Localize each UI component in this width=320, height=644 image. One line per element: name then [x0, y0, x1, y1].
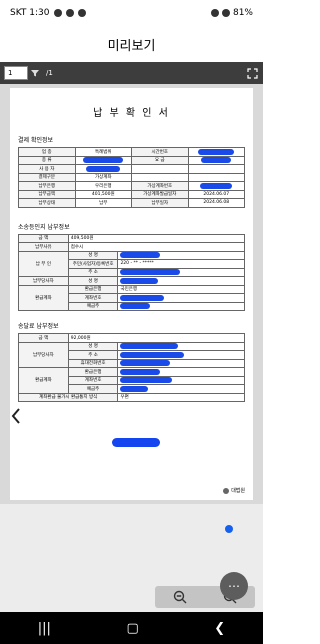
- table-row: 납부금액 401,500원 가상계좌발급일자 2024.06.07: [18, 189, 245, 199]
- wifi-icon: [210, 9, 219, 17]
- message-icon: [53, 9, 62, 17]
- court-logo-icon: [223, 487, 230, 494]
- redacted-value: [117, 350, 245, 360]
- fullscreen-icon[interactable]: [245, 66, 259, 80]
- page-header: 미리보기: [0, 26, 263, 62]
- previous-page-arrow[interactable]: [8, 406, 24, 426]
- redacted-value: [117, 250, 245, 260]
- table-row: 납부상태 납부 납부일자 2024.06.08: [18, 198, 245, 208]
- zoom-out-button[interactable]: [155, 586, 205, 608]
- redacted-value: [117, 293, 245, 303]
- page-number-input[interactable]: 1: [4, 66, 28, 80]
- table-row: 납 부 인 성 명: [18, 250, 245, 277]
- table-row: 금 액 92,000원: [18, 333, 246, 343]
- system-nav-bar: ||| ▢ ❮: [0, 612, 263, 644]
- table-row: 업 종 특례범위 시간번호: [18, 147, 245, 157]
- redacted-value: [187, 181, 245, 191]
- redacted-value: [117, 358, 245, 368]
- redacted-value: [117, 276, 245, 286]
- filter-icon[interactable]: [30, 68, 40, 78]
- redaction-mark: [112, 438, 160, 447]
- table-row: 금 액 409,500원: [18, 233, 246, 243]
- redacted-value: [74, 164, 132, 174]
- document-title: 납 부 확 인 서: [93, 108, 170, 119]
- deposit-section-title: 송달료 납부정보: [18, 323, 59, 330]
- table-row: 종 류 요 금: [18, 155, 245, 165]
- table-row: 납부사유 접수시: [18, 242, 246, 252]
- redacted-value: [187, 155, 245, 165]
- recent-apps-icon[interactable]: |||: [38, 621, 51, 636]
- page-indicator-dot: [225, 525, 233, 533]
- redacted-value: [117, 375, 245, 385]
- table-row: 사 용 자: [18, 164, 245, 174]
- refund-table: 금 액 409,500원 납부사유 접수시 납 부 인 성 명 주민(사업자)등…: [18, 233, 246, 312]
- redacted-value: [117, 341, 245, 351]
- redacted-value: [74, 155, 132, 165]
- signal-icon: [221, 9, 230, 17]
- table-row: 결제구분 가상계좌: [18, 172, 245, 182]
- payment-section-title: 결제 확인정보: [18, 137, 54, 144]
- table-row: 납부당사자 성 명: [18, 341, 245, 368]
- table-row: 환급계좌 환급은행 국민은행: [18, 284, 245, 311]
- table-row: 납부은행 우리은행 가상계좌번호: [18, 181, 245, 191]
- table-row: 계좌환급 불가시 환급통지 방식 우편: [17, 392, 245, 402]
- deposit-table: 금 액 92,000원 납부당사자 성 명 주 소 휴대전화번호 환급계좌 환급…: [17, 333, 246, 402]
- table-row: 납부당사자 성 명: [18, 276, 245, 286]
- more-dots-icon: ⋯: [228, 579, 240, 593]
- redacted-value: [187, 147, 245, 157]
- notification-icon: [65, 9, 74, 17]
- redacted-value: [117, 384, 245, 394]
- redacted-value: [117, 301, 245, 311]
- page-title: 미리보기: [107, 38, 156, 54]
- refund-section-title: 소송등인지 납부정보: [18, 223, 70, 231]
- more-options-button[interactable]: ⋯: [220, 572, 248, 600]
- status-bar: SKT 1:30 81%: [0, 0, 263, 26]
- heart-icon: [77, 9, 86, 17]
- document-viewer[interactable]: 납 부 확 인 서 결제 확인정보 업 종 특례범위 시간번호 종 류 요 금 …: [0, 84, 263, 504]
- table-row: 환급계좌 환급은행: [18, 367, 245, 394]
- clock: SKT 1:30: [10, 8, 50, 18]
- home-icon[interactable]: ▢: [126, 621, 138, 636]
- viewer-toolbar: 1 /1: [0, 62, 263, 84]
- document-page: 납 부 확 인 서 결제 확인정보 업 종 특례범위 시간번호 종 류 요 금 …: [10, 88, 253, 500]
- page-total: /1: [46, 69, 53, 77]
- document-footer: 대법원: [223, 487, 245, 494]
- payment-table: 업 종 특례범위 시간번호 종 류 요 금 사 용 자 결제구분 가상계좌 납부…: [18, 147, 245, 208]
- battery-level: 81%: [232, 8, 253, 18]
- redacted-value: [117, 267, 245, 277]
- back-icon[interactable]: ❮: [214, 621, 225, 636]
- redacted-value: [117, 367, 245, 377]
